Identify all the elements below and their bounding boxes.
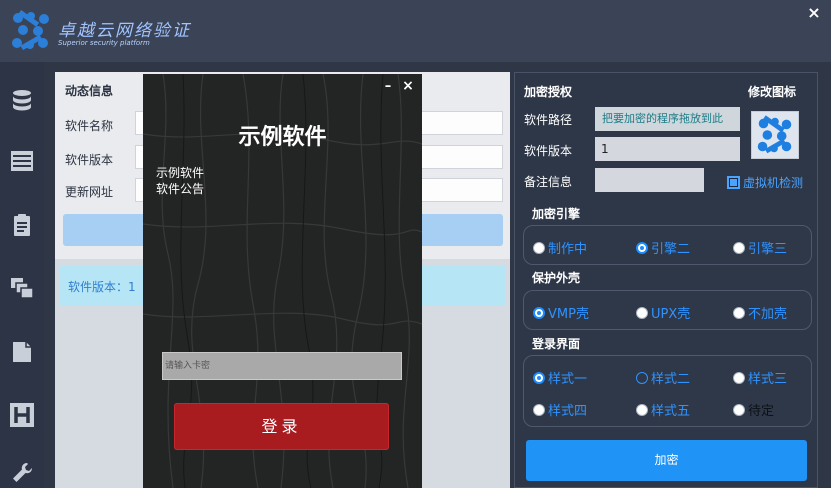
engine-title: 加密引擎 bbox=[532, 207, 581, 221]
radio-icon[interactable] bbox=[533, 403, 545, 416]
clipboard-icon[interactable] bbox=[9, 212, 35, 238]
version-info-text: 软件版本：1 bbox=[68, 280, 136, 294]
shell-option-upx[interactable]: UPX壳 bbox=[636, 303, 690, 322]
sidebar bbox=[0, 62, 44, 488]
app-icon-preview-icon bbox=[757, 115, 792, 154]
software-path-field[interactable]: 把要加密的程序拖放到此 bbox=[595, 107, 740, 131]
login-style-4[interactable]: 样式四 bbox=[533, 400, 587, 419]
software-name-label: 软件名称 bbox=[65, 119, 114, 133]
radio-icon[interactable] bbox=[533, 241, 545, 254]
vm-detect-check-icon[interactable] bbox=[727, 176, 740, 189]
shell-group: VMP壳 UPX壳 不加壳 bbox=[523, 290, 812, 330]
engine-option-2[interactable]: 引擎二 bbox=[636, 238, 690, 257]
h-icon[interactable] bbox=[9, 402, 35, 428]
login-style-group: 样式一 样式二 样式三 样式四 样式五 待定 bbox=[523, 355, 812, 427]
login-button[interactable]: 登录 bbox=[174, 403, 389, 450]
login-dialog: – × 示例软件 示例软件 软件公告 登录 bbox=[143, 74, 422, 488]
radio-icon[interactable] bbox=[733, 306, 745, 319]
brand-name: 卓越云网络验证 bbox=[58, 21, 191, 41]
version-label: 软件版本 bbox=[524, 144, 573, 158]
vm-detect-checkbox[interactable]: 虚拟机检测 bbox=[727, 174, 803, 191]
note-field[interactable] bbox=[595, 168, 704, 192]
login-style-title: 登录界面 bbox=[532, 337, 581, 351]
dynamic-info-title: 动态信息 bbox=[65, 84, 114, 98]
list-icon[interactable] bbox=[9, 148, 35, 174]
login-style-5[interactable]: 样式五 bbox=[636, 400, 690, 419]
radio-icon[interactable] bbox=[636, 403, 648, 416]
card-key-input[interactable] bbox=[162, 352, 402, 380]
radio-selected-icon[interactable] bbox=[636, 241, 648, 254]
encrypt-button[interactable]: 加密 bbox=[526, 440, 807, 481]
radio-selected-icon[interactable] bbox=[533, 371, 545, 384]
radio-icon[interactable] bbox=[636, 371, 648, 384]
wrench-icon[interactable] bbox=[9, 460, 35, 486]
encryption-panel-title: 加密授权 bbox=[524, 85, 573, 99]
documents-icon[interactable] bbox=[9, 338, 35, 364]
login-style-3[interactable]: 样式三 bbox=[733, 368, 787, 387]
version-field[interactable]: 1 bbox=[595, 137, 740, 161]
dialog-title: 示例软件 bbox=[238, 125, 327, 150]
layers-icon[interactable] bbox=[9, 274, 35, 300]
radio-icon[interactable] bbox=[733, 241, 745, 254]
app-logo-icon bbox=[12, 10, 49, 51]
change-icon-button[interactable] bbox=[751, 111, 799, 159]
vm-detect-label: 虚拟机检测 bbox=[743, 176, 804, 190]
dialog-close-icon[interactable]: × bbox=[401, 78, 415, 94]
shell-title: 保护外壳 bbox=[532, 271, 581, 285]
engine-option-1[interactable]: 制作中 bbox=[533, 238, 587, 257]
radio-icon[interactable] bbox=[733, 403, 745, 416]
shell-option-vmp[interactable]: VMP壳 bbox=[533, 303, 589, 322]
window-close-icon[interactable]: × bbox=[805, 4, 823, 22]
title-bar: 卓越云网络验证 Superior security platform × bbox=[0, 0, 831, 62]
dialog-minimize-icon[interactable]: – bbox=[381, 79, 395, 94]
login-style-2[interactable]: 样式二 bbox=[636, 368, 690, 387]
engine-option-3[interactable]: 引擎三 bbox=[733, 238, 787, 257]
radio-icon[interactable] bbox=[733, 371, 745, 384]
change-icon-title: 修改图标 bbox=[748, 85, 797, 99]
dialog-software-name: 示例软件 bbox=[156, 166, 205, 180]
shell-option-none[interactable]: 不加壳 bbox=[733, 303, 787, 322]
note-label: 备注信息 bbox=[524, 175, 573, 189]
update-url-label: 更新网址 bbox=[65, 185, 114, 199]
software-path-label: 软件路径 bbox=[524, 113, 573, 127]
brand-subtitle: Superior security platform bbox=[58, 39, 150, 47]
engine-group: 制作中 引擎二 引擎三 bbox=[523, 225, 812, 265]
dialog-announcement: 软件公告 bbox=[156, 182, 205, 196]
login-style-tbd[interactable]: 待定 bbox=[733, 400, 774, 419]
radio-selected-icon[interactable] bbox=[533, 306, 545, 319]
database-icon[interactable] bbox=[9, 88, 35, 114]
login-style-1[interactable]: 样式一 bbox=[533, 368, 587, 387]
software-version-label: 软件版本 bbox=[65, 153, 114, 167]
encryption-panel: 加密授权 修改图标 软件路径 把要加密的程序拖放到此 软件版本 1 备注信息 虚… bbox=[514, 72, 818, 488]
radio-icon[interactable] bbox=[636, 306, 648, 319]
